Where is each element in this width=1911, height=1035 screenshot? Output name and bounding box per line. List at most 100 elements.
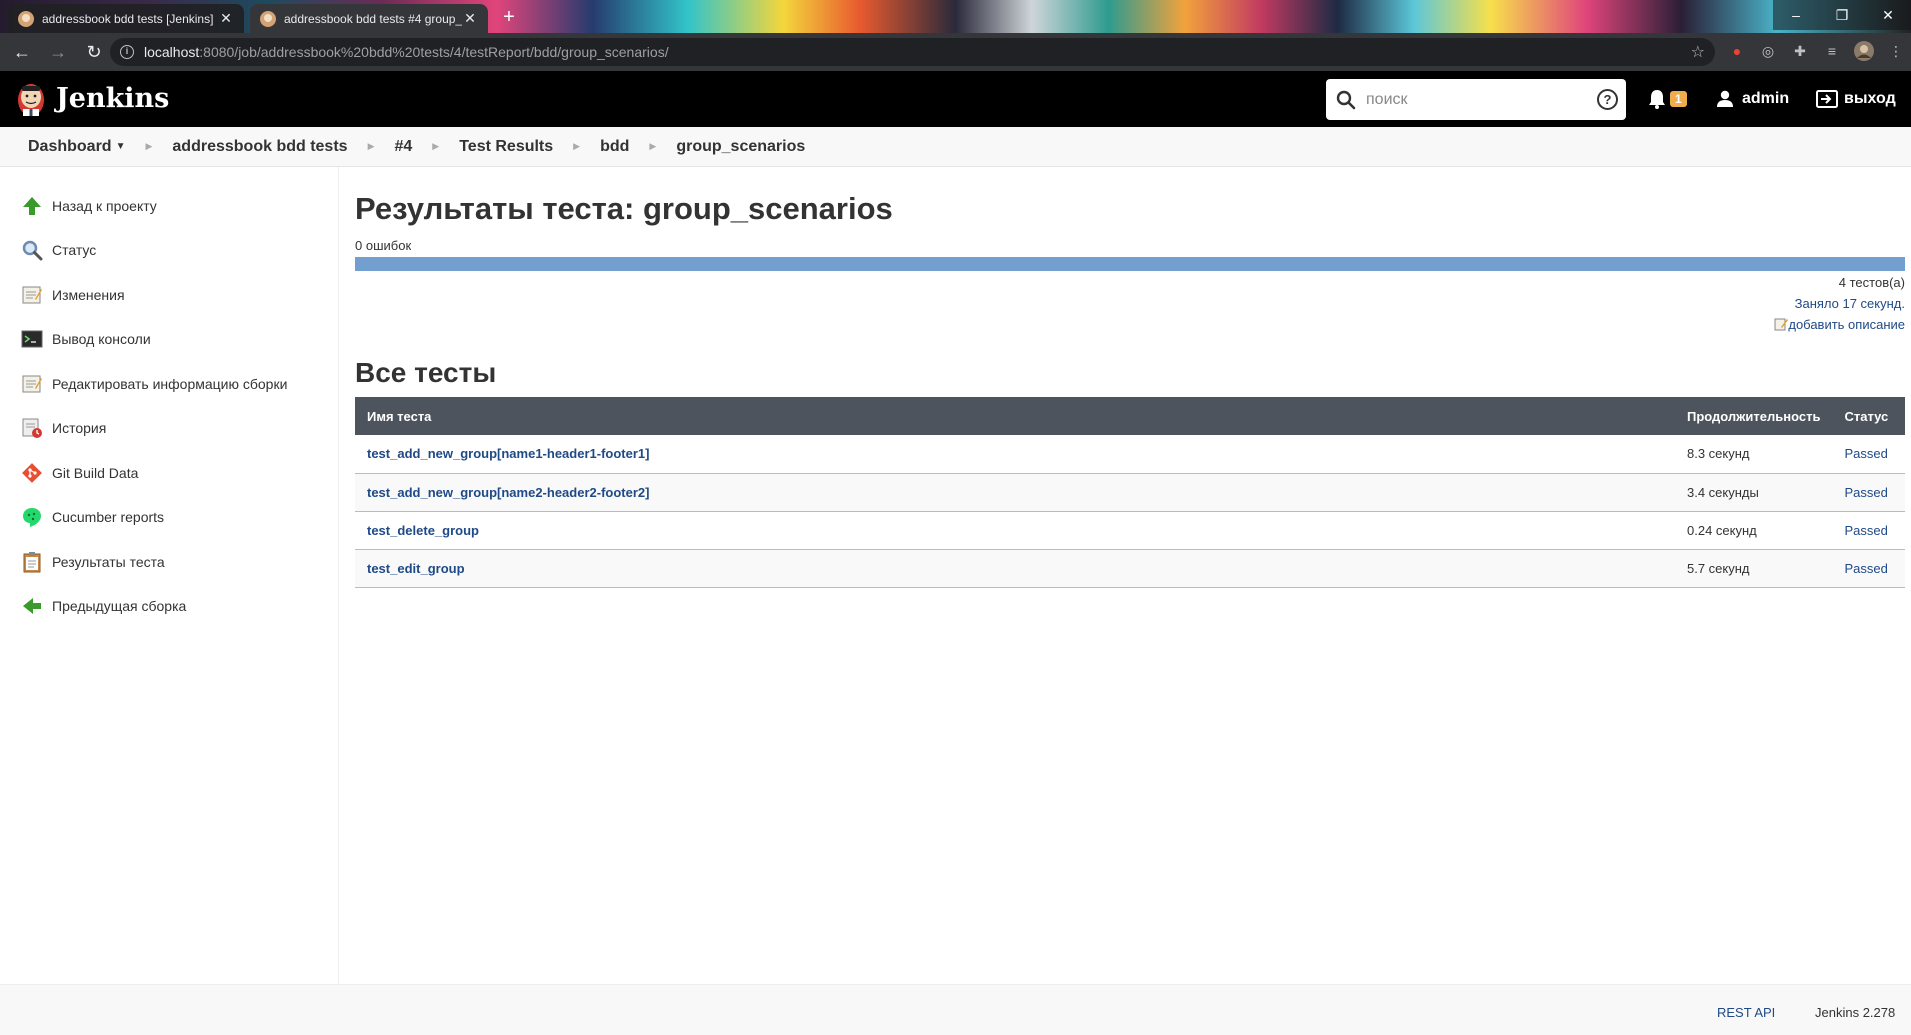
sidebar-item-label: Статус: [52, 242, 97, 258]
test-status: Passed: [1832, 473, 1905, 512]
sidebar-item-console-output[interactable]: Вывод консоли: [20, 324, 151, 354]
breadcrumb-item-test-results[interactable]: Test Results: [459, 138, 553, 156]
site-info-icon[interactable]: i: [120, 45, 134, 59]
rest-api-link[interactable]: REST API: [1717, 1005, 1775, 1020]
breadcrumb-separator-icon: ▶: [573, 141, 581, 151]
search-input[interactable]: [1366, 90, 1586, 109]
history-icon: [20, 416, 44, 440]
test-duration: 8.3 секунд: [1675, 435, 1833, 474]
logout-label: выход: [1844, 90, 1896, 107]
left-arrow-icon: [20, 594, 44, 618]
extension-target-icon[interactable]: ◎: [1758, 41, 1778, 61]
jenkins-favicon-icon: [18, 10, 34, 27]
edit-description-icon: [1774, 318, 1789, 331]
breadcrumb-label: #4: [394, 137, 413, 155]
reading-list-icon[interactable]: ≡: [1822, 41, 1842, 61]
bookmark-star-icon[interactable]: ☆: [1691, 42, 1705, 62]
test-status: Passed: [1832, 549, 1905, 588]
breadcrumb-label: Test Results: [459, 137, 554, 155]
logout-icon: [1816, 90, 1838, 108]
add-description-label: добавить описание: [1788, 317, 1905, 332]
address-bar[interactable]: i localhost:8080/job/addressbook%20bdd%2…: [110, 38, 1715, 66]
breadcrumb-item-class[interactable]: group_scenarios: [676, 138, 805, 156]
notepad-icon: [20, 283, 44, 307]
notification-badge: 1: [1670, 91, 1687, 107]
test-status: Passed: [1832, 511, 1905, 550]
back-button[interactable]: ←: [8, 38, 36, 66]
bell-icon: [1649, 90, 1665, 109]
sidebar-item-changes[interactable]: Изменения: [20, 280, 125, 310]
sidebar-item-status[interactable]: Статус: [20, 235, 96, 265]
sidebar-item-cucumber-reports[interactable]: Cucumber reports: [20, 502, 164, 532]
sidebar-item-history[interactable]: История: [20, 413, 106, 443]
extension-record-icon[interactable]: ●: [1727, 41, 1747, 61]
sidebar-item-label: Назад к проекту: [52, 198, 157, 214]
search-box: ?: [1326, 79, 1626, 120]
help-icon[interactable]: ?: [1597, 89, 1618, 110]
profile-avatar-icon[interactable]: [1854, 41, 1874, 61]
column-header-name[interactable]: Имя теста: [355, 397, 1675, 435]
tab-title: addressbook bdd tests [Jenkins]: [42, 11, 214, 26]
column-header-duration[interactable]: Продолжительность: [1675, 397, 1833, 435]
browser-toolbar: ← → ↻ i localhost:8080/job/addressbook%2…: [0, 33, 1911, 71]
test-duration: 3.4 секунды: [1675, 473, 1833, 512]
browser-tab-active[interactable]: addressbook bdd tests #4 group_scenarios…: [250, 4, 488, 33]
test-progress-bar: [355, 257, 1905, 271]
sidebar-item-label: Предыдущая сборка: [52, 598, 187, 614]
magnifier-icon: [20, 238, 44, 262]
sidebar-item-label: Изменения: [52, 287, 125, 303]
user-menu[interactable]: admin: [1716, 71, 1789, 127]
chevron-down-icon[interactable]: ▼: [116, 141, 126, 152]
breadcrumb-item-job[interactable]: addressbook bdd tests: [172, 138, 347, 156]
breadcrumb-item-package[interactable]: bdd: [600, 138, 629, 156]
jenkins-header: Jenkins ? 1 admin выход: [0, 71, 1911, 127]
tab-close-icon[interactable]: ✕: [462, 10, 478, 27]
sidebar-item-previous-build[interactable]: Предыдущая сборка: [20, 591, 186, 621]
close-window-button[interactable]: ✕: [1865, 0, 1911, 30]
reload-button[interactable]: ↻: [80, 38, 108, 66]
browser-tab[interactable]: addressbook bdd tests [Jenkins] ✕: [8, 4, 244, 33]
test-name-link[interactable]: test_add_new_group[name1-header1-footer1…: [355, 435, 1675, 474]
tab-close-icon[interactable]: ✕: [218, 10, 234, 27]
new-tab-button[interactable]: +: [496, 6, 522, 28]
sidebar-item-back-to-project[interactable]: Назад к проекту: [20, 191, 157, 221]
tests-table: Имя теста Продолжительность Статус test_…: [355, 397, 1905, 588]
test-name-link[interactable]: test_add_new_group[name2-header2-footer2…: [355, 473, 1675, 512]
sidebar-item-edit-build-info[interactable]: Редактировать информацию сборки: [20, 369, 287, 399]
notepad-icon: [20, 372, 44, 396]
username: admin: [1742, 90, 1790, 107]
minimize-button[interactable]: –: [1773, 0, 1819, 30]
sidebar-item-git-build-data[interactable]: Git Build Data: [20, 458, 138, 488]
url-host: localhost: [144, 44, 200, 60]
sidebar-item-test-results[interactable]: Результаты теста: [20, 547, 165, 577]
breadcrumb-label: Dashboard: [28, 137, 112, 155]
logout-link[interactable]: выход: [1816, 71, 1896, 127]
app-title[interactable]: Jenkins: [56, 83, 169, 114]
sidebar-item-label: Cucumber reports: [52, 509, 165, 525]
duration-link[interactable]: Заняло 17 секунд.: [1795, 296, 1905, 311]
breadcrumb-item-dashboard[interactable]: Dashboard ▼: [28, 138, 125, 156]
page-title: Результаты теста: group_scenarios: [355, 191, 893, 226]
table-row: test_delete_group 0.24 секунд Passed: [355, 511, 1905, 550]
breadcrumb-label: addressbook bdd tests: [172, 137, 348, 155]
sidebar-item-label: Результаты теста: [52, 554, 165, 570]
breadcrumb: Dashboard ▼ ▶ addressbook bdd tests ▶ #4…: [0, 127, 1911, 167]
breadcrumb-separator-icon: ▶: [367, 141, 375, 151]
breadcrumb-item-build[interactable]: #4: [394, 138, 412, 156]
notifications-button[interactable]: 1: [1648, 71, 1687, 127]
column-header-status[interactable]: Статус: [1832, 397, 1905, 435]
breadcrumb-separator-icon: ▶: [145, 141, 153, 151]
jenkins-version-link[interactable]: Jenkins 2.278: [1815, 1005, 1895, 1020]
breadcrumb-label: bdd: [600, 137, 630, 155]
add-description-link[interactable]: добавить описание: [1774, 317, 1905, 332]
sidebar: Назад к проекту Статус Изменения Вывод к…: [0, 167, 339, 984]
browser-menu-icon[interactable]: ⋮: [1886, 41, 1906, 61]
extensions-puzzle-icon[interactable]: ✚: [1790, 41, 1810, 61]
test-name-link[interactable]: test_edit_group: [355, 549, 1675, 588]
clipboard-icon: [20, 550, 44, 574]
restore-button[interactable]: ❐: [1819, 0, 1865, 30]
forward-button[interactable]: →: [44, 38, 72, 66]
test-name-link[interactable]: test_delete_group: [355, 511, 1675, 550]
sidebar-item-label: Редактировать информацию сборки: [52, 376, 288, 392]
jenkins-logo-icon[interactable]: [14, 80, 48, 118]
